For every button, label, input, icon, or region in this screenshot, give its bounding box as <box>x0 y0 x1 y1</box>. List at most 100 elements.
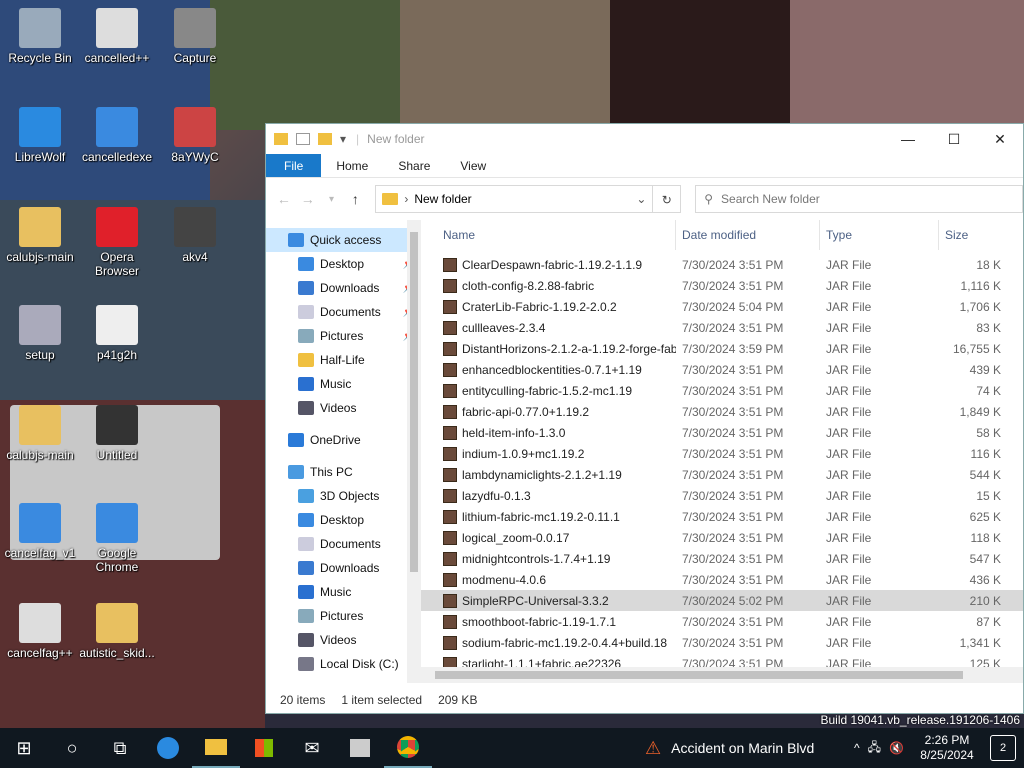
back-button[interactable]: ← <box>272 191 296 207</box>
file-row[interactable]: lithium-fabric-mc1.19.2-0.11.1 7/30/2024 … <box>421 506 1023 527</box>
refresh-button[interactable]: ↻ <box>653 185 682 213</box>
address-bar[interactable]: › New folder ⌄ <box>375 185 654 213</box>
app-taskbar-icon[interactable] <box>336 728 384 768</box>
nav-item[interactable]: OneDrive <box>266 428 421 452</box>
nav-item[interactable]: Documents <box>266 532 421 556</box>
network-icon[interactable]: 🖧 <box>868 738 881 759</box>
file-row[interactable]: CraterLib-Fabric-1.19.2-2.0.2 7/30/2024 5… <box>421 296 1023 317</box>
desktop-icon[interactable]: LibreWolf <box>0 107 80 164</box>
start-button[interactable]: ⊞ <box>0 728 48 768</box>
file-row[interactable]: logical_zoom-0.0.17 7/30/2024 3:51 PM JAR … <box>421 527 1023 548</box>
nav-item[interactable]: Downloads <box>266 556 421 580</box>
forward-button[interactable]: → <box>296 191 320 207</box>
chevron-down-icon[interactable]: ⌄ <box>636 192 646 206</box>
desktop-icon[interactable]: Opera Browser <box>77 207 157 278</box>
column-name[interactable]: Name <box>421 220 676 250</box>
desktop-icon[interactable]: cancelfag++ <box>0 603 80 660</box>
recent-locations-icon[interactable]: ▾ <box>320 194 344 205</box>
file-size: 547 K <box>969 551 1001 566</box>
file-explorer-taskbar-icon[interactable] <box>192 728 240 768</box>
desktop-icon[interactable]: Capture <box>155 8 235 65</box>
file-row[interactable]: lambdynamiclights-2.1.2+1.19 7/30/2024 3:… <box>421 464 1023 485</box>
chrome-taskbar-icon[interactable] <box>384 728 432 768</box>
desktop-icon[interactable]: p41g2h <box>77 305 157 362</box>
file-row[interactable]: cloth-config-8.2.88-fabric 7/30/2024 3:51… <box>421 275 1023 296</box>
nav-item[interactable]: Music <box>266 372 421 396</box>
nav-item[interactable]: Videos <box>266 396 421 420</box>
tab-home[interactable]: Home <box>321 154 383 177</box>
nav-scrollbar[interactable] <box>407 220 421 683</box>
file-row[interactable]: lazydfu-0.1.3 7/30/2024 3:51 PM JAR File 15… <box>421 485 1023 506</box>
nav-item[interactable]: Local Disk (C:) <box>266 652 421 676</box>
close-button[interactable]: ✕ <box>977 124 1023 154</box>
news-widget[interactable]: ⚠ Accident on Marin Blvd <box>645 728 814 768</box>
jar-file-icon <box>443 404 457 419</box>
desktop-icon[interactable]: calubjs-main <box>0 405 80 462</box>
search-button[interactable]: ○ <box>48 728 96 768</box>
desktop-icon[interactable]: akv4 <box>155 207 235 264</box>
desktop-icon[interactable]: calubjs-main <box>0 207 80 264</box>
tab-share[interactable]: Share <box>383 154 445 177</box>
desktop-icon[interactable]: Google Chrome <box>77 503 157 574</box>
file-row[interactable]: indium-1.0.9+mc1.19.2 7/30/2024 3:51 PM JA… <box>421 443 1023 464</box>
customize-qat-icon[interactable]: ▾ <box>340 132 346 146</box>
desktop-icon[interactable]: Untitled <box>77 405 157 462</box>
nav-item[interactable]: Documents📌 <box>266 300 421 324</box>
maximize-button[interactable]: ☐ <box>931 124 977 154</box>
minimize-button[interactable]: — <box>885 124 931 154</box>
file-row[interactable]: entityculling-fabric-1.5.2-mc1.19 7/30/20… <box>421 380 1023 401</box>
horizontal-scrollbar[interactable] <box>421 667 1023 683</box>
file-row[interactable]: sodium-fabric-mc1.19.2-0.4.4+build.18 7/3… <box>421 632 1023 653</box>
volume-muted-icon[interactable]: 🔇 <box>889 741 904 755</box>
desktop-icon[interactable]: cancelledexe <box>77 107 157 164</box>
nav-item[interactable]: Desktop <box>266 508 421 532</box>
desktop-icon[interactable]: autistic_skid... <box>77 603 157 660</box>
nav-item-icon <box>298 377 314 391</box>
column-date[interactable]: Date modified <box>676 220 820 250</box>
tab-view[interactable]: View <box>445 154 501 177</box>
file-row[interactable]: SimpleRPC-Universal-3.3.2 7/30/2024 5:02 … <box>421 590 1023 611</box>
file-row[interactable]: midnightcontrols-1.7.4+1.19 7/30/2024 3:5… <box>421 548 1023 569</box>
column-size[interactable]: Size <box>939 220 1009 250</box>
explorer-window[interactable]: ▾ | New folder — ☐ ✕ File Home Share Vie… <box>265 123 1024 714</box>
file-row[interactable]: modmenu-4.0.6 7/30/2024 3:51 PM JAR File 43… <box>421 569 1023 590</box>
clock[interactable]: 2:26 PM 8/25/2024 <box>912 733 982 763</box>
desktop-icon[interactable]: cancelled++ <box>77 8 157 65</box>
file-row[interactable]: ClearDespawn-fabric-1.19.2-1.1.9 7/30/202… <box>421 254 1023 275</box>
file-row[interactable]: DistantHorizons-2.1.2-a-1.19.2-forge-fab… <box>421 338 1023 359</box>
traffic-alert-icon: ⚠ <box>645 737 662 758</box>
nav-item-icon <box>298 585 314 599</box>
nav-item[interactable]: Pictures📌 <box>266 324 421 348</box>
properties-icon[interactable] <box>296 133 310 145</box>
file-row[interactable]: fabric-api-0.77.0+1.19.2 7/30/2024 3:51 P… <box>421 401 1023 422</box>
nav-item[interactable]: Music <box>266 580 421 604</box>
file-row[interactable]: held-item-info-1.3.0 7/30/2024 3:51 PM JAR… <box>421 422 1023 443</box>
nav-item[interactable]: Downloads📌 <box>266 276 421 300</box>
nav-item[interactable]: Videos <box>266 628 421 652</box>
notifications-button[interactable]: 2 <box>990 735 1016 761</box>
nav-item[interactable]: Pictures <box>266 604 421 628</box>
chevron-up-icon[interactable]: ^ <box>854 741 860 755</box>
file-row[interactable]: enhancedblockentities-0.7.1+1.19 7/30/202… <box>421 359 1023 380</box>
column-type[interactable]: Type <box>820 220 939 250</box>
new-folder-icon[interactable] <box>318 133 332 145</box>
desktop-icon[interactable]: Recycle Bin <box>0 8 80 65</box>
nav-item[interactable]: Quick access <box>266 228 421 252</box>
nav-item[interactable]: Desktop📌 <box>266 252 421 276</box>
mail-taskbar-icon[interactable]: ✉ <box>288 728 336 768</box>
file-row[interactable]: cullleaves-2.3.4 7/30/2024 3:51 PM JAR Fil… <box>421 317 1023 338</box>
nav-item[interactable]: Half-Life <box>266 348 421 372</box>
store-taskbar-icon[interactable] <box>240 728 288 768</box>
librewolf-taskbar-icon[interactable] <box>144 728 192 768</box>
desktop-icon[interactable]: 8aYWyC <box>155 107 235 164</box>
nav-item[interactable]: 3D Objects <box>266 484 421 508</box>
desktop-icon[interactable]: cancelfag_v1 <box>0 503 80 560</box>
tab-file[interactable]: File <box>266 154 322 177</box>
nav-item[interactable]: This PC <box>266 460 421 484</box>
task-view-button[interactable]: ⧉ <box>96 728 144 768</box>
up-button[interactable]: ↑ <box>343 191 367 207</box>
desktop-icon[interactable]: setup <box>0 305 80 362</box>
file-row[interactable]: smoothboot-fabric-1.19-1.7.1 7/30/2024 3:… <box>421 611 1023 632</box>
search-input[interactable]: ⚲ Search New folder <box>695 185 1024 213</box>
file-name: enhancedblockentities-0.7.1+1.19 <box>462 362 642 377</box>
